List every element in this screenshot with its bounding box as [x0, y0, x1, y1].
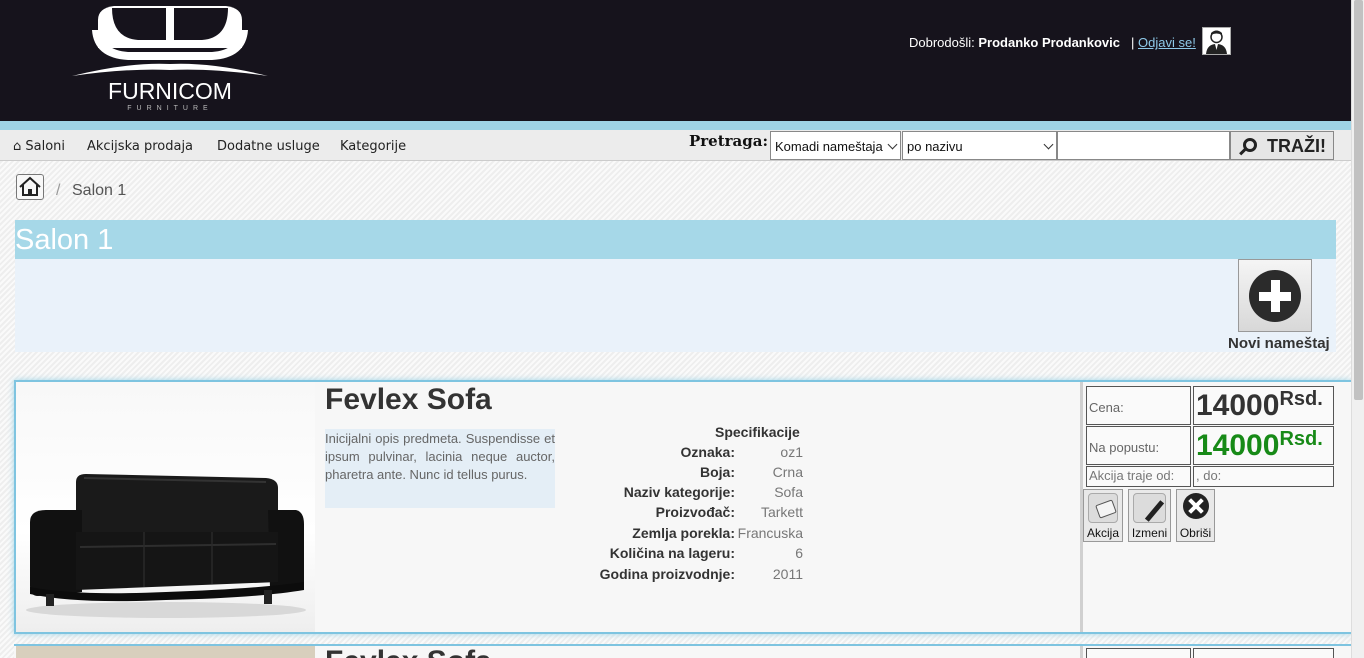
- welcome-prefix: Dobrodošli:: [909, 35, 975, 50]
- delete-button[interactable]: Obriši: [1176, 489, 1215, 542]
- card-divider-next: [1080, 646, 1083, 658]
- toolbar-panel: [15, 259, 1336, 352]
- search-mode-value: po nazivu: [907, 139, 963, 154]
- spec-row: Proizvođač: Tarkett: [597, 504, 805, 524]
- close-icon: [1183, 493, 1209, 519]
- scrollbar-thumb[interactable]: [1354, 0, 1363, 400]
- nav-item-akcijska-prodaja[interactable]: Akcijska prodaja: [87, 139, 193, 154]
- add-furniture-button[interactable]: [1238, 259, 1312, 332]
- breadcrumb-home-button[interactable]: [16, 174, 44, 200]
- page-title: Salon 1: [15, 224, 114, 256]
- product-image[interactable]: [16, 382, 315, 632]
- search-button-label: TRAŽI!: [1267, 136, 1326, 156]
- plus-icon: [1249, 270, 1301, 322]
- spec-row: Oznaka: oz1: [597, 444, 805, 464]
- user-avatar-icon[interactable]: [1202, 27, 1231, 55]
- spec-key: Naziv kategorije:: [623, 484, 735, 500]
- nav-item-kategorije[interactable]: Kategorije: [340, 139, 406, 154]
- sofa-logo-icon: [72, 6, 268, 76]
- spec-row: Zemlja porekla: Francuska: [597, 525, 805, 545]
- spec-key: Količina na lageru:: [609, 545, 735, 561]
- chevron-down-icon: [887, 139, 898, 150]
- spec-key: Oznaka:: [680, 444, 735, 460]
- product-name[interactable]: Fevlex Sofa: [325, 383, 492, 417]
- discount-label: Na popustu:: [1086, 426, 1191, 465]
- spec-key: Godina proizvodnje:: [599, 566, 735, 582]
- search-mode-select[interactable]: po nazivu: [902, 131, 1057, 160]
- price-value-next: [1193, 648, 1334, 658]
- edit-button-label: Izmeni: [1131, 526, 1168, 540]
- edit-icon-frame: [1133, 493, 1166, 523]
- discount-currency: Rsd.: [1279, 428, 1323, 450]
- logout-link[interactable]: Odjavi se!: [1138, 35, 1196, 50]
- price-label: Cena:: [1086, 386, 1191, 425]
- product-description: Inicijalni opis predmeta. Suspendisse et…: [325, 429, 555, 508]
- spec-value: oz1: [780, 444, 803, 460]
- spec-value: Francuska: [737, 525, 803, 541]
- discount-value: 14000Rsd.: [1193, 426, 1334, 465]
- search-icon: [1243, 138, 1257, 152]
- price-currency: Rsd.: [1279, 388, 1323, 410]
- spec-key: Zemlja porekla:: [632, 525, 735, 541]
- spec-key: Proizvođač:: [655, 504, 735, 520]
- price-tag-icon: [1095, 499, 1117, 519]
- chevron-down-icon: [1043, 139, 1054, 150]
- search-label: Pretraga:: [689, 132, 769, 150]
- edit-button[interactable]: Izmeni: [1128, 489, 1171, 542]
- user-name: Prodanko Prodankovic: [978, 35, 1120, 50]
- header-separator: |: [1131, 35, 1135, 50]
- product-image-next[interactable]: [16, 646, 315, 658]
- add-furniture-label: Novi nameštaj: [1228, 335, 1330, 352]
- price-cell-next: [1086, 648, 1191, 658]
- spec-value: Crna: [772, 464, 803, 480]
- discount-amount: 14000: [1196, 429, 1280, 462]
- nav-item-saloni[interactable]: ⌂ Saloni: [13, 139, 65, 154]
- spec-value: 6: [795, 545, 803, 561]
- spec-row: Naziv kategorije: Sofa: [597, 484, 805, 504]
- page-scrollbar[interactable]: [1351, 0, 1364, 658]
- nav-accent-strip: [0, 121, 1351, 130]
- breadcrumb-separator: /: [56, 182, 61, 199]
- logo-text: FURNICOM: [108, 78, 232, 104]
- sale-to-label: , do:: [1193, 466, 1334, 487]
- sofa-photo: [26, 474, 306, 618]
- product-name-next[interactable]: Fevlex Sofa: [325, 645, 492, 658]
- spec-value: Sofa: [774, 484, 803, 500]
- sale-icon-frame: [1088, 493, 1118, 523]
- spec-row: Boja: Crna: [597, 464, 805, 484]
- spec-row: Godina proizvodnje: 2011: [597, 566, 805, 586]
- price-amount: 14000: [1196, 389, 1280, 422]
- home-icon: [19, 176, 41, 196]
- pencil-icon: [1144, 500, 1165, 522]
- sale-from-label: Akcija traje od:: [1086, 466, 1191, 487]
- delete-button-label: Obriši: [1179, 526, 1212, 540]
- sale-button-label: Akcija: [1086, 526, 1119, 540]
- logo-subtext: FURNITURE: [127, 105, 213, 112]
- price-value: 14000Rsd.: [1193, 386, 1334, 425]
- title-band: [15, 220, 1336, 259]
- spec-row: Količina na lageru: 6: [597, 545, 805, 565]
- spec-title: Specifikacije: [715, 424, 800, 440]
- sale-button[interactable]: Akcija: [1083, 489, 1123, 542]
- furnicom-logo[interactable]: FURNICOM FURNITURE: [68, 0, 272, 118]
- nav-item-dodatne-usluge[interactable]: Dodatne usluge: [217, 139, 320, 154]
- welcome-text: Dobrodošli: Prodanko Prodankovic: [909, 35, 1120, 50]
- search-button[interactable]: TRAŽI!: [1230, 131, 1334, 160]
- spec-value: 2011: [772, 566, 803, 582]
- search-category-select[interactable]: Komadi nameštaja: [770, 131, 901, 160]
- spec-value: Tarkett: [760, 504, 803, 520]
- breadcrumb-current: Salon 1: [72, 182, 127, 199]
- main-nav: ⌂ Saloni Akcijska prodaja Dodatne usluge…: [0, 130, 1351, 161]
- search-input[interactable]: [1057, 131, 1230, 160]
- site-header: FURNICOM FURNITURE Dobrodošli: Prodanko …: [0, 0, 1364, 121]
- search-category-value: Komadi nameštaja: [775, 139, 883, 154]
- spec-key: Boja:: [700, 464, 735, 480]
